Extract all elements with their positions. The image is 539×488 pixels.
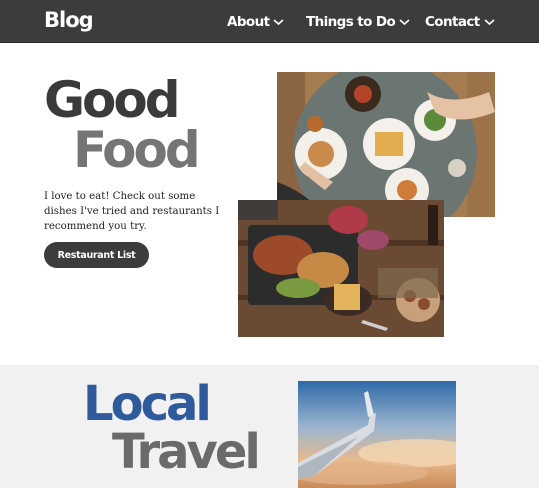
chevron-down-icon bbox=[273, 19, 284, 26]
travel-title-line-2: Travel bbox=[112, 424, 261, 480]
travel-section bbox=[0, 365, 539, 488]
restaurant-list-button[interactable]: Restaurant List bbox=[44, 242, 149, 268]
nav-item-things-to-do[interactable]: Things to Do bbox=[306, 12, 410, 32]
hero-title-line-2: Food bbox=[73, 121, 201, 179]
airplane-wing-photo bbox=[298, 381, 456, 488]
dining-table-photo bbox=[277, 72, 495, 217]
blog-logo[interactable]: Blog bbox=[44, 8, 94, 32]
nav-item-contact[interactable]: Contact bbox=[425, 12, 495, 32]
nav-item-contact-label: Contact bbox=[425, 14, 480, 30]
chevron-down-icon bbox=[484, 19, 495, 26]
nav-item-things-to-do-label: Things to Do bbox=[306, 14, 396, 30]
nav-item-about[interactable]: About bbox=[227, 12, 284, 32]
food-platter-photo bbox=[238, 200, 444, 337]
hero-title-line-1: Good bbox=[44, 71, 181, 129]
top-navbar: Blog About Things to Do Contact bbox=[0, 0, 539, 43]
chevron-down-icon bbox=[399, 19, 410, 26]
travel-title-line-1: Local bbox=[83, 376, 212, 432]
nav-item-about-label: About bbox=[227, 14, 270, 30]
hero-description: I love to eat! Check out some dishes I'v… bbox=[44, 191, 220, 232]
